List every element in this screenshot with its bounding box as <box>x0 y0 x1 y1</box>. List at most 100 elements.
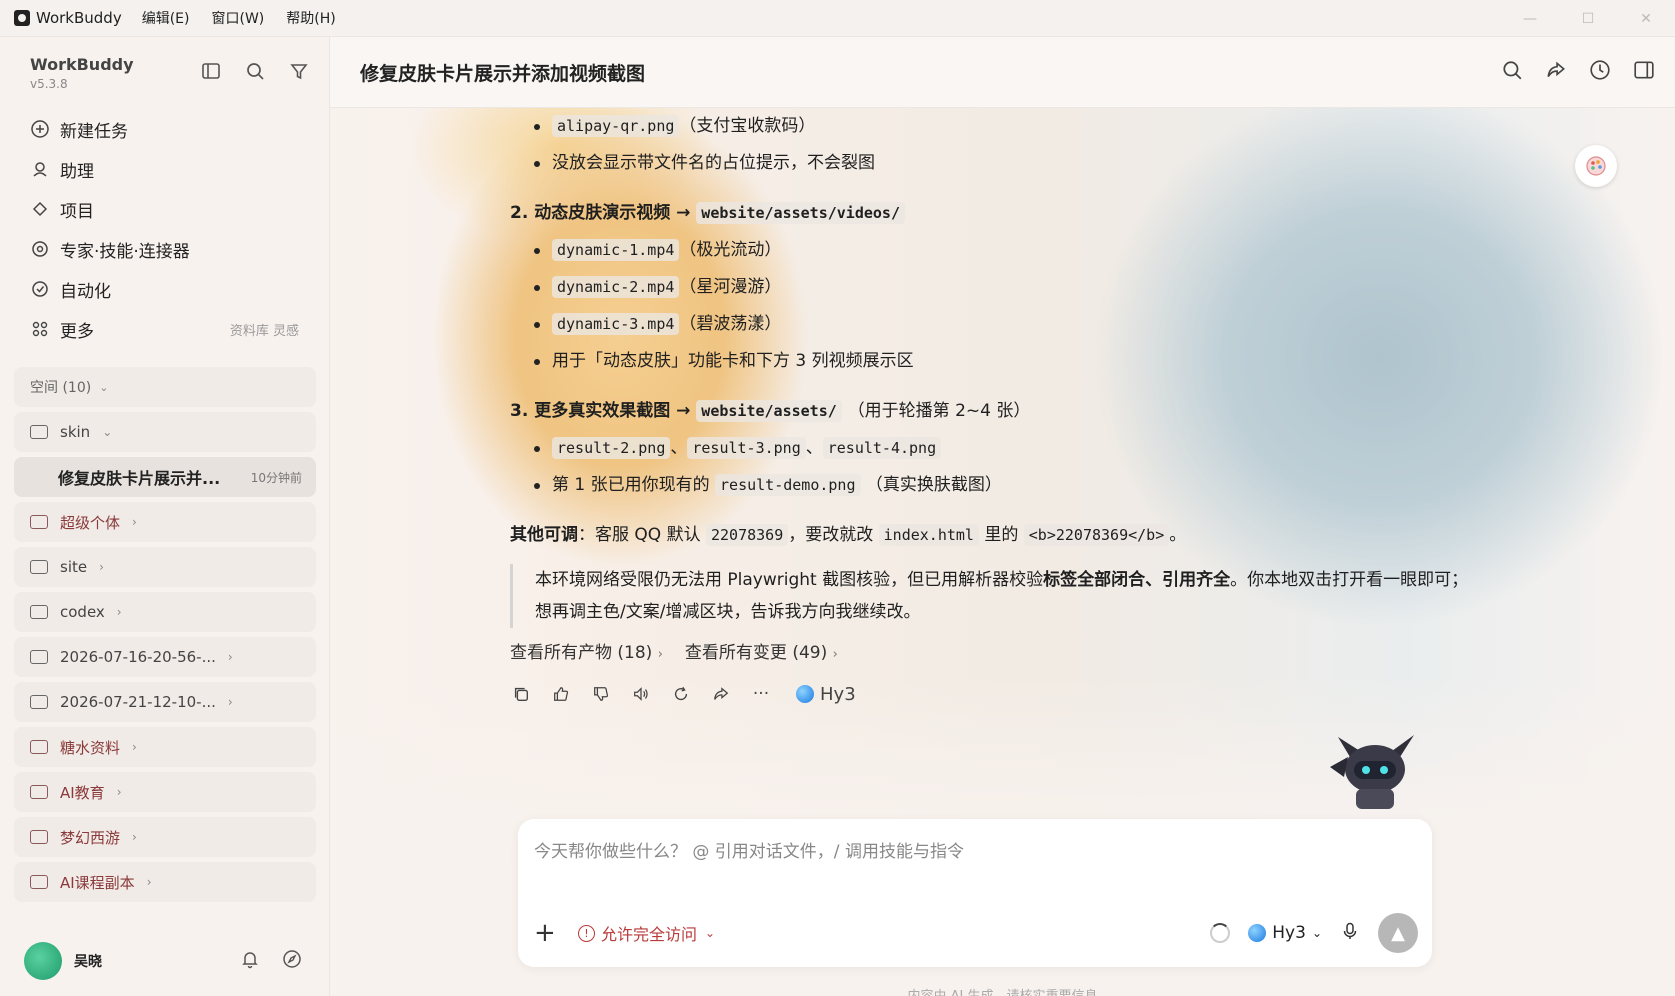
window-controls: — ☐ ✕ <box>1501 0 1675 37</box>
more-options-icon[interactable]: ··· <box>750 683 772 705</box>
avatar[interactable] <box>24 942 62 980</box>
thumbs-down-icon[interactable] <box>590 683 612 705</box>
text: 本环境网络受限仍无法用 Playwright 截图核验，但已用解析器校验 <box>535 570 1044 590</box>
folder-icon <box>30 515 48 529</box>
panel-toggle-icon[interactable] <box>1633 59 1655 85</box>
menu-help[interactable]: 帮助(H) <box>286 8 335 28</box>
refresh-icon[interactable] <box>670 683 692 705</box>
toggle-sidebar-icon[interactable] <box>201 61 221 81</box>
folder-icon <box>30 560 48 574</box>
search-icon[interactable] <box>1501 59 1523 85</box>
main-panel: 修复皮肤卡片展示并添加视频截图 alipay-qr.png （支付宝收款码） 没放… <box>330 37 1675 996</box>
chevron-right-icon: › <box>116 605 122 619</box>
inline-code: result-2.png <box>552 437 671 459</box>
folder-icon <box>30 875 48 889</box>
chevron-right-icon: › <box>132 830 137 844</box>
loading-spinner-icon <box>1210 923 1231 943</box>
add-attachment-button[interactable]: + <box>534 918 560 948</box>
folder-label: 梦幻西游 <box>60 828 121 847</box>
microphone-icon[interactable] <box>1340 921 1360 945</box>
chevron-right-icon: › <box>132 740 137 754</box>
robot-mascot-icon <box>1330 735 1414 809</box>
footer-icons <box>240 949 302 973</box>
app-version: v5.3.8 <box>30 77 68 91</box>
composer: 今天帮你做些什么？ @ 引用对话文件，/ 调用技能与指令 + ! 允许完全访问 … <box>518 819 1432 967</box>
folder-site[interactable]: site › <box>14 547 316 587</box>
thumbs-up-icon[interactable] <box>550 683 572 705</box>
chevron-right-icon: › <box>227 695 233 709</box>
history-icon[interactable] <box>1589 59 1611 85</box>
nav-experts[interactable]: 专家·技能·连接器 <box>0 229 329 269</box>
list-item: dynamic-3.mp4 （碧波荡漾） <box>510 306 1510 343</box>
folder-ai-course-copy[interactable]: AI课程副本 › <box>14 862 316 902</box>
folder-date-2[interactable]: 2026-07-21-12-10-... › <box>14 682 316 722</box>
text: 里的 <box>984 525 1019 545</box>
folder-dessert[interactable]: 糖水资料 › <box>14 727 316 767</box>
filter-icon[interactable] <box>289 61 309 81</box>
folder-date-1[interactable]: 2026-07-16-20-56-... › <box>14 637 316 677</box>
inline-code: dynamic-3.mp4 <box>552 313 680 335</box>
send-button[interactable]: ▲ <box>1378 913 1418 953</box>
menu-window[interactable]: 窗口(W) <box>211 8 264 28</box>
share-icon[interactable] <box>710 683 732 705</box>
inline-code: 22078369 <box>705 524 789 546</box>
folder-ai-education[interactable]: AI教育 › <box>14 772 316 812</box>
view-artifacts-link[interactable]: 查看所有产物 (18) › <box>510 638 663 663</box>
sidebar-header: WorkBuddy v5.3.8 <box>0 37 329 109</box>
nav-new-task[interactable]: 新建任务 <box>0 109 329 149</box>
copy-icon[interactable] <box>510 683 532 705</box>
message-input[interactable]: 今天帮你做些什么？ @ 引用对话文件，/ 调用技能与指令 <box>534 837 964 862</box>
title-bar: WorkBuddy 编辑(E) 窗口(W) 帮助(H) — ☐ ✕ <box>0 0 1675 37</box>
nav-more[interactable]: 更多 资料库 灵感 <box>0 309 329 349</box>
speaker-icon[interactable] <box>630 683 652 705</box>
message-actions: ··· Hy3 <box>510 683 1510 705</box>
warning-icon: ! <box>578 924 595 942</box>
folder-codex[interactable]: codex › <box>14 592 316 632</box>
minimize-icon[interactable]: — <box>1501 0 1559 37</box>
menu-edit[interactable]: 编辑(E) <box>142 8 190 28</box>
model-name: Hy3 <box>1272 923 1306 943</box>
hy-model-icon <box>796 685 814 703</box>
app-name: WorkBuddy <box>36 9 122 27</box>
sidebar: WorkBuddy v5.3.8 新建任务 助理 项目 专家·技能·连接器 自动… <box>0 37 330 996</box>
separator: 、 <box>805 438 823 458</box>
view-changes-link[interactable]: 查看所有变更 (49) › <box>685 638 838 663</box>
access-mode-selector[interactable]: ! 允许完全访问 ⌄ <box>578 921 715 945</box>
text: ，要改就改 <box>788 525 874 545</box>
nav-project[interactable]: 项目 <box>0 189 329 229</box>
other-label: 其他可调 <box>510 525 578 545</box>
nav-assistant[interactable]: 助理 <box>0 149 329 189</box>
folder-label: 2026-07-16-20-56-... <box>60 648 216 666</box>
list-item: dynamic-2.mp4 （星河漫游） <box>510 269 1510 306</box>
list-item: dynamic-1.mp4 （极光流动） <box>510 232 1510 269</box>
sidebar-nav: 新建任务 助理 项目 专家·技能·连接器 自动化 更多 资料库 灵感 <box>0 109 329 349</box>
folder-label: skin <box>60 423 91 441</box>
palette-icon[interactable] <box>1575 145 1617 187</box>
close-icon[interactable]: ✕ <box>1617 0 1675 37</box>
nav-more-extra[interactable]: 资料库 灵感 <box>230 320 299 339</box>
share-icon[interactable] <box>1545 59 1567 85</box>
search-icon[interactable] <box>245 61 265 81</box>
app-logo-icon <box>14 10 30 26</box>
main-header: 修复皮肤卡片展示并添加视频截图 <box>330 37 1675 108</box>
folder-label: 糖水资料 <box>60 738 121 757</box>
inline-code: result-demo.png <box>715 474 861 496</box>
folder-skin[interactable]: skin ⌄ <box>14 412 316 452</box>
spaces-header[interactable]: 空间 (10) ⌄ <box>14 367 316 407</box>
nav-label: 项目 <box>60 201 94 222</box>
folder-fantasy-westward[interactable]: 梦幻西游 › <box>14 817 316 857</box>
chevron-right-icon: › <box>146 875 152 889</box>
compass-icon[interactable] <box>282 949 302 973</box>
text: 。 <box>1169 525 1187 545</box>
maximize-icon[interactable]: ☐ <box>1559 0 1617 37</box>
model-selector[interactable]: Hy3 ⌄ <box>1248 923 1322 943</box>
chevron-down-icon: ⌄ <box>102 425 113 439</box>
bell-icon[interactable] <box>240 949 260 973</box>
nav-automation[interactable]: 自动化 <box>0 269 329 309</box>
folder-icon <box>30 650 48 664</box>
folder-super-individual[interactable]: 超级个体 › <box>14 502 316 542</box>
section-heading-2: 2. 动态皮肤演示视频 → website/assets/videos/ <box>510 195 1510 232</box>
active-task-item[interactable]: 修复皮肤卡片展示并... 10分钟前 <box>14 457 316 497</box>
list-item: result-2.png、 result-3.png、 result-4.png <box>510 430 1510 467</box>
chevron-down-icon: ⌄ <box>99 380 109 394</box>
